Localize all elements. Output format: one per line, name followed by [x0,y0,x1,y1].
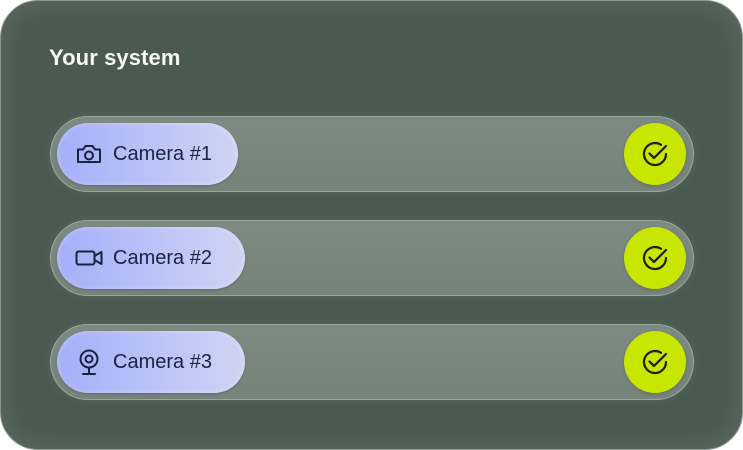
system-panel: Your system Camera #1 Camera #2 Camera #… [0,0,743,450]
video-camera-icon [74,243,104,273]
check-circle-icon[interactable] [624,123,686,185]
camera-row-2: Camera #2 [50,220,694,296]
webcam-icon [74,347,104,377]
camera-label: Camera #1 [113,142,212,165]
camera-row-1: Camera #1 [50,116,694,192]
camera-label: Camera #3 [113,350,212,373]
camera-chip-3[interactable]: Camera #3 [57,331,245,393]
check-circle-icon[interactable] [624,227,686,289]
camera-chip-1[interactable]: Camera #1 [57,123,238,185]
camera-label: Camera #2 [113,246,212,269]
camera-icon [74,139,104,169]
panel-title: Your system [49,45,181,70]
camera-row-3: Camera #3 [50,324,694,400]
check-circle-icon[interactable] [624,331,686,393]
camera-chip-2[interactable]: Camera #2 [57,227,245,289]
